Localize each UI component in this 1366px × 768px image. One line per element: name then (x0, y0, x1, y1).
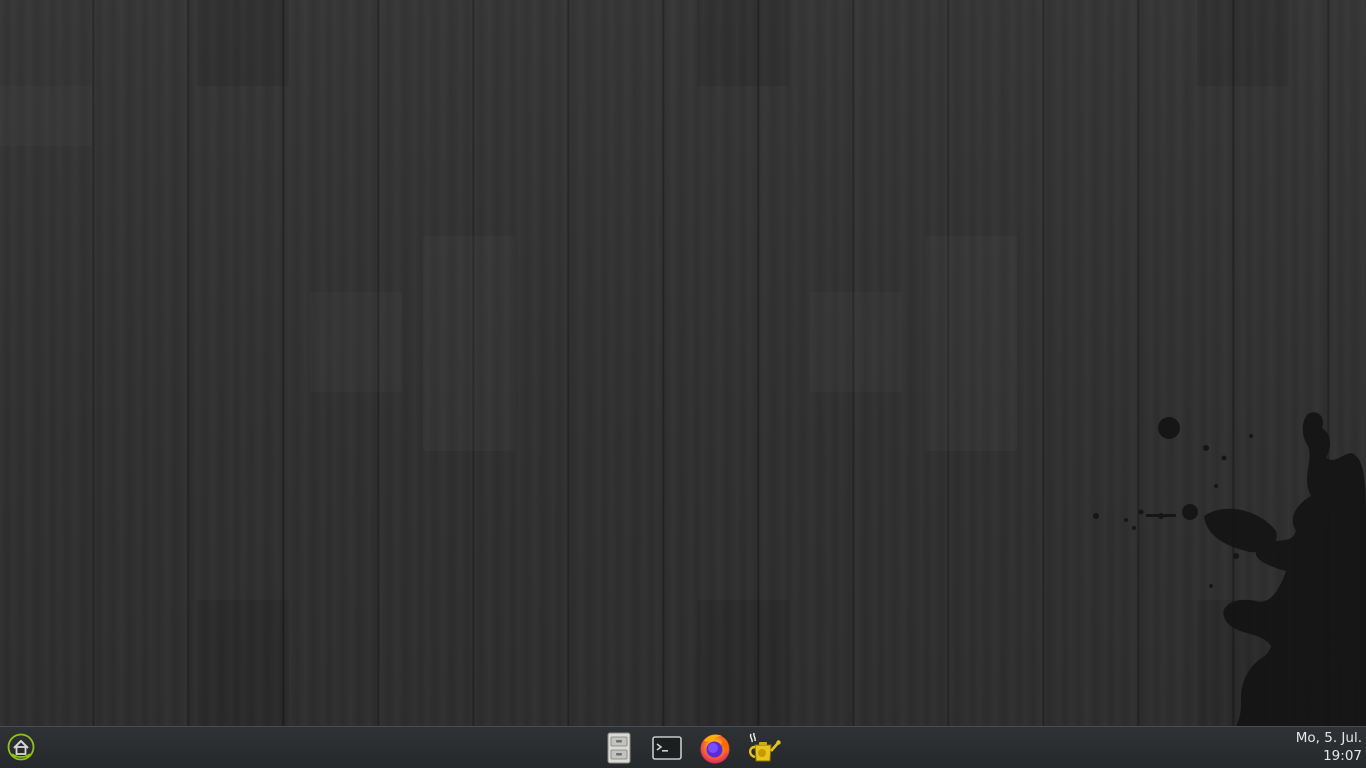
clock-date: Mo, 5. Jul. (1295, 730, 1362, 746)
watering-can-icon (748, 732, 781, 762)
wood-plank (697, 600, 789, 726)
taskbar-launchers (600, 729, 782, 767)
file-manager-icon (607, 732, 631, 764)
terminal-icon (652, 736, 682, 760)
wood-plank (310, 292, 402, 392)
wood-plank (810, 292, 902, 392)
firefox-icon (700, 734, 730, 764)
wood-plank (197, 600, 289, 726)
wood-plank (197, 0, 289, 86)
wood-plank (925, 236, 1017, 451)
file-manager-launcher[interactable] (600, 729, 638, 767)
watering-can-launcher[interactable] (744, 729, 782, 767)
firefox-launcher[interactable] (696, 729, 734, 767)
clock-time: 19:07 (1323, 748, 1362, 764)
digital-clock[interactable]: Mo, 5. Jul. 19:07 (1296, 729, 1362, 765)
wood-plank (0, 86, 92, 146)
wood-plank (423, 236, 515, 451)
application-launcher-icon (7, 733, 35, 761)
wood-plank (1197, 0, 1289, 86)
terminal-launcher[interactable] (648, 729, 686, 767)
application-launcher-button[interactable] (4, 730, 38, 764)
wood-plank (697, 0, 789, 86)
ink-splatter-decoration (1093, 412, 1366, 726)
desktop-wallpaper[interactable] (0, 0, 1366, 726)
bottom-panel: Mo, 5. Jul. 19:07 (0, 726, 1366, 768)
